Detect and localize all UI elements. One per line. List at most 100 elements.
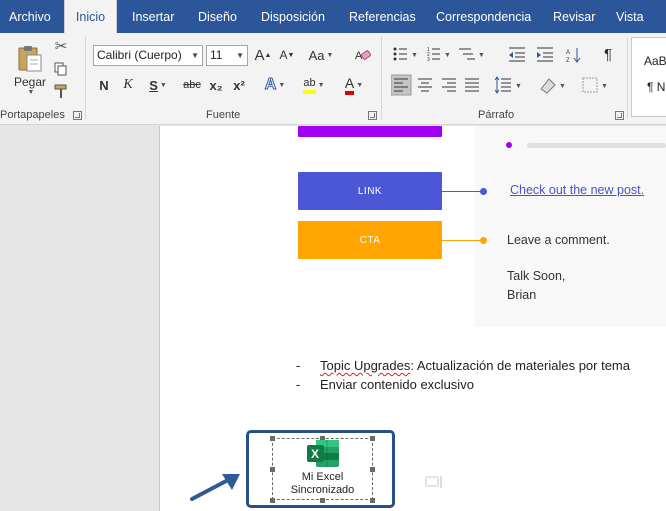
highlight-button[interactable]: ab ▼	[297, 75, 331, 95]
paste-icon	[18, 46, 42, 72]
align-right-button[interactable]	[439, 75, 459, 95]
link-connector	[442, 191, 482, 192]
underline-button[interactable]: S ▼	[143, 75, 173, 95]
list-dash: -	[296, 377, 301, 392]
borders-button[interactable]	[580, 75, 610, 95]
chevron-down-icon: ▼	[278, 81, 286, 89]
list-item-term: Topic Upgrades	[320, 358, 411, 373]
styles-gallery[interactable]: AaB ¶ N	[631, 37, 666, 117]
tab-vista[interactable]: Vista	[616, 0, 644, 33]
group-separator	[85, 37, 86, 119]
bullets-button[interactable]	[391, 43, 413, 65]
list-dash: -	[296, 358, 301, 373]
font-size-value: 11	[210, 48, 223, 62]
chevron-down-icon: ▼	[191, 51, 199, 60]
text-effects-button[interactable]: A ▼	[259, 75, 291, 95]
chevron-down-icon: ▼	[236, 51, 244, 60]
flow-box-link: LINK	[298, 172, 442, 210]
paragraph-launcher-icon[interactable]	[615, 111, 624, 120]
align-left-button[interactable]	[391, 75, 411, 95]
resize-handle[interactable]	[370, 498, 375, 503]
group-separator	[381, 37, 382, 119]
cut-button[interactable]: ✂	[52, 37, 70, 55]
format-painter-button[interactable]	[52, 82, 70, 100]
purple-dot	[506, 142, 512, 148]
sort-button[interactable]	[565, 43, 587, 65]
font-name-value: Calibri (Cuerpo)	[97, 48, 182, 62]
flow-box-cta: CTA	[298, 221, 442, 259]
resize-handle[interactable]	[270, 498, 275, 503]
chevron-down-icon: ▼	[159, 81, 167, 89]
underline-icon: S	[149, 77, 158, 93]
change-case-button[interactable]: Aa ▼	[306, 45, 336, 65]
text-effects-icon: A	[264, 76, 277, 94]
email-name: Brian	[507, 288, 537, 302]
flow-box-purple	[298, 126, 442, 137]
strikethrough-button[interactable]: abc	[180, 75, 204, 95]
subscript-button[interactable]: x₂	[206, 75, 226, 95]
clipboard-launcher-icon[interactable]	[73, 111, 82, 120]
change-case-icon: Aa	[308, 47, 325, 63]
grow-font-button[interactable]: A ▲	[254, 45, 272, 65]
tab-insertar[interactable]: Insertar	[132, 0, 174, 33]
style-preview-normal: AaB	[644, 54, 666, 68]
group-separator	[627, 37, 628, 119]
clipboard-group-label: Portapapeles	[0, 109, 65, 121]
highlighter-icon: ab	[303, 77, 316, 94]
email-cta-text: Leave a comment.	[507, 233, 610, 247]
ribbon: Pegar ▼ ✂ Portapapeles Calibri (Cuerpo) …	[0, 33, 666, 125]
tab-archivo[interactable]: Archivo	[9, 0, 51, 33]
italic-button[interactable]: K	[119, 75, 137, 95]
paste-button[interactable]: Pegar ▼	[13, 39, 47, 101]
annotation-arrow-icon	[190, 474, 240, 501]
clear-formatting-button[interactable]: A	[353, 45, 373, 65]
tab-inicio[interactable]: Inicio	[64, 0, 117, 33]
line-spacing-button[interactable]	[494, 75, 522, 95]
tab-referencias[interactable]: Referencias	[349, 0, 416, 33]
list-item-text: Enviar contenido exclusivo	[320, 377, 474, 392]
grow-font-icon: A	[254, 46, 265, 64]
paragraph-group-label: Párrafo	[478, 109, 515, 121]
numbering-button[interactable]	[427, 43, 449, 65]
svg-text:X: X	[311, 447, 319, 461]
tab-diseno[interactable]: Diseño	[198, 0, 237, 33]
chevron-down-icon: ▼	[317, 81, 325, 89]
show-formatting-button[interactable]: ¶	[598, 44, 618, 64]
shrink-font-icon: A	[279, 48, 288, 62]
shading-button[interactable]	[538, 75, 568, 95]
email-link-text: Check out the new post.	[510, 183, 645, 197]
tab-correspondencia[interactable]: Correspondencia	[436, 0, 531, 33]
font-group-label: Fuente	[206, 109, 241, 121]
resize-handle[interactable]	[320, 498, 325, 503]
excel-icon: X	[307, 440, 339, 467]
multilevel-list-button[interactable]	[459, 43, 481, 65]
style-preview-no-spacing: ¶ N	[647, 80, 666, 94]
tab-revisar[interactable]: Revisar	[553, 0, 595, 33]
font-launcher-icon[interactable]	[368, 111, 377, 120]
shrink-font-button[interactable]: A ▼	[278, 45, 296, 65]
font-name-select[interactable]: Calibri (Cuerpo) ▼	[93, 45, 203, 66]
decrease-indent-button[interactable]	[508, 43, 530, 65]
format-painter-icon	[54, 84, 66, 98]
paste-label: Pegar	[13, 75, 47, 89]
resize-handle[interactable]	[270, 436, 275, 441]
superscript-button[interactable]: x²	[229, 75, 249, 95]
bold-button[interactable]: N	[95, 75, 113, 95]
resize-handle[interactable]	[370, 436, 375, 441]
font-size-select[interactable]: 11 ▼	[206, 45, 248, 66]
email-preview-panel	[474, 126, 666, 327]
paste-options-icon[interactable]	[425, 474, 445, 490]
align-center-button[interactable]	[415, 75, 435, 95]
scissors-icon: ✂	[54, 38, 68, 55]
list-item: - Topic Upgrades: Actualización de materi…	[296, 358, 630, 373]
email-progress-line	[527, 143, 666, 148]
font-color-button[interactable]: A ▼	[337, 75, 371, 95]
ribbon-tab-bar: Archivo Inicio Insertar Diseño Disposici…	[0, 0, 666, 33]
justify-button[interactable]	[463, 75, 483, 95]
cta-connector	[442, 240, 482, 241]
copy-button[interactable]	[52, 60, 70, 78]
font-color-icon: A	[344, 75, 355, 95]
tab-disposicion[interactable]: Disposición	[261, 0, 325, 33]
increase-indent-button[interactable]	[536, 43, 558, 65]
copy-icon	[54, 62, 67, 76]
